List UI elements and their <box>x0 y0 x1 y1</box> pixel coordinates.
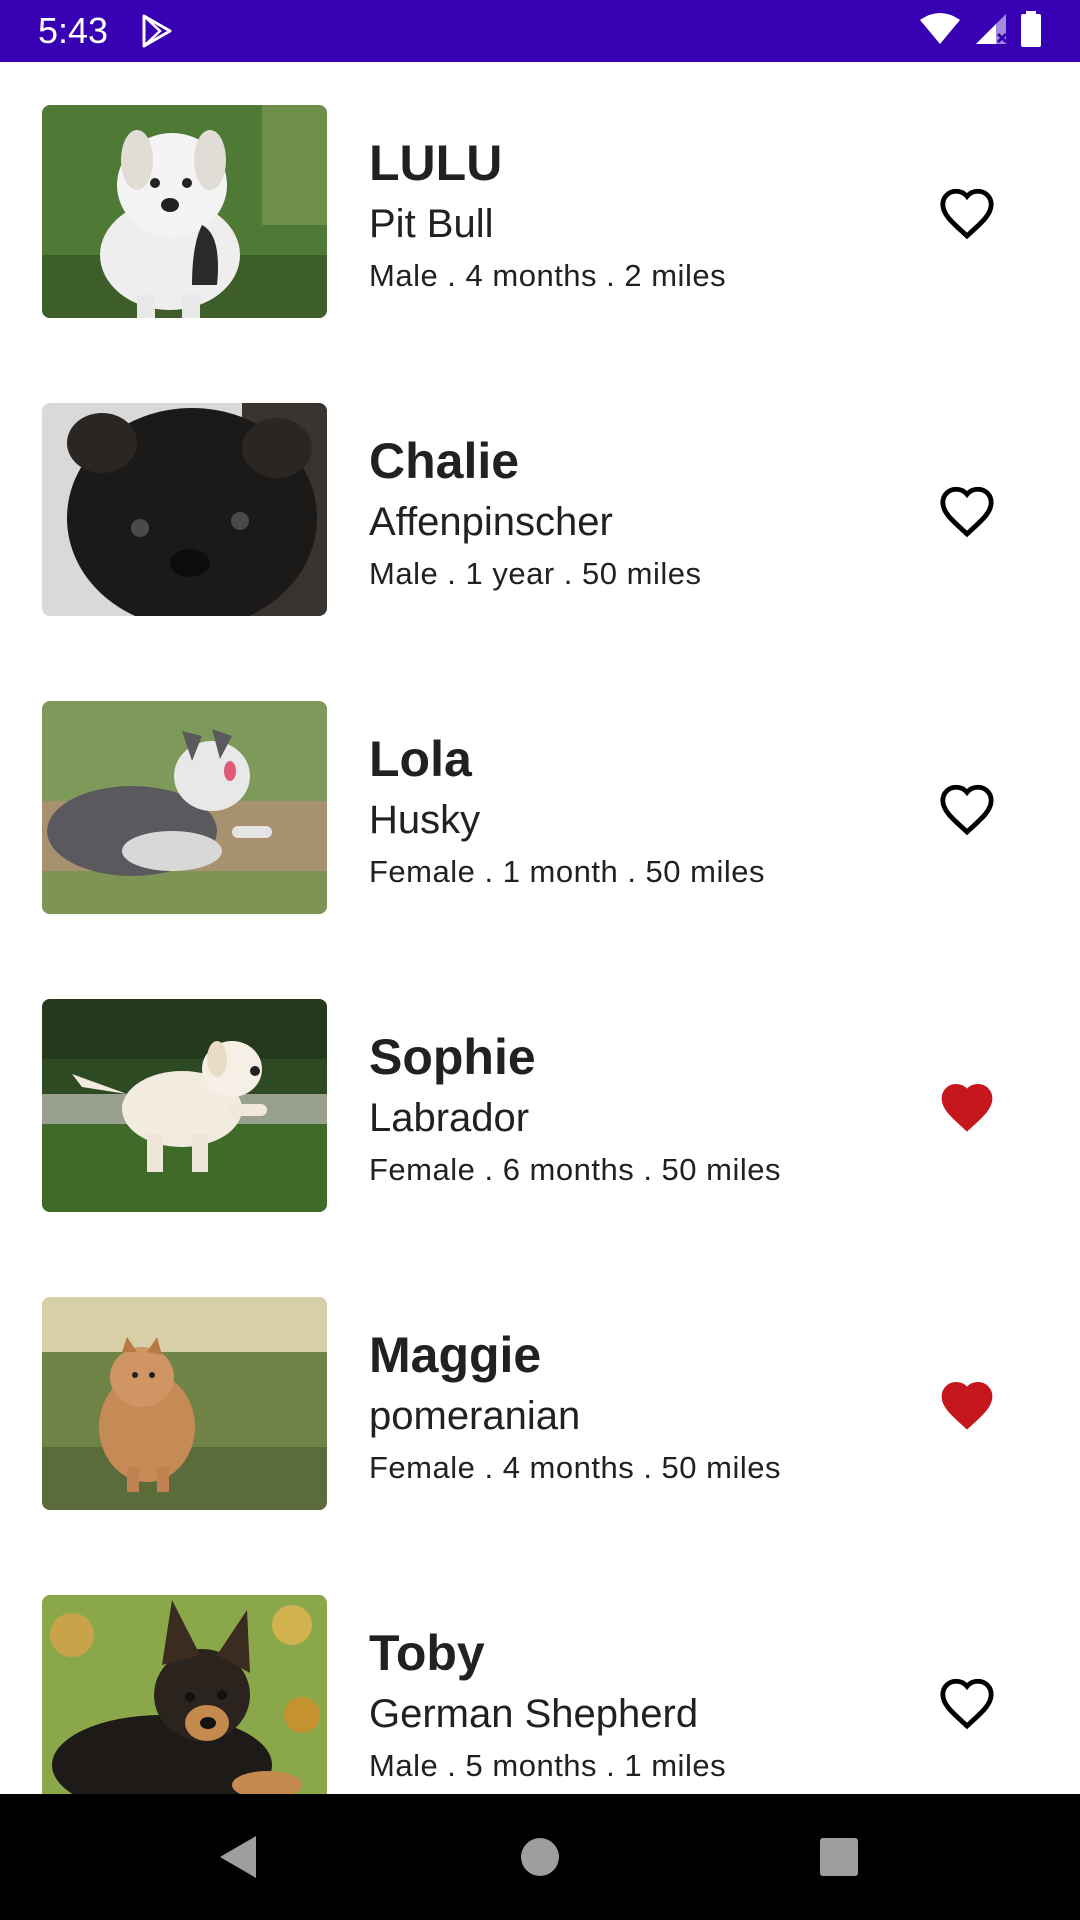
pet-name: Sophie <box>369 1029 536 1085</box>
pet-details: Female . 4 months . 50 miles <box>369 1450 781 1485</box>
status-icons <box>918 10 1042 52</box>
favorite-button[interactable] <box>938 186 996 240</box>
favorite-button[interactable] <box>938 782 996 836</box>
pet-list-item[interactable]: Chalie Affenpinscher Male . 1 year . 50 … <box>0 360 1080 658</box>
pet-list-item[interactable]: Toby German Shepherd Male . 5 months . 1… <box>0 1552 1080 1794</box>
pet-breed: Affenpinscher <box>369 500 613 544</box>
pet-name: Maggie <box>369 1327 542 1383</box>
pet-details: Female . 6 months . 50 miles <box>369 1152 781 1187</box>
favorite-button[interactable] <box>938 1378 996 1432</box>
pet-breed: German Shepherd <box>369 1692 699 1736</box>
status-time: 5:43 <box>38 10 109 51</box>
favorite-button[interactable] <box>938 484 996 538</box>
pet-name: Lola <box>369 731 472 787</box>
navigation-bar <box>0 1794 1080 1920</box>
pet-photo <box>42 999 327 1212</box>
home-icon[interactable] <box>507 1824 573 1890</box>
heart-outline-icon <box>940 784 994 836</box>
app-screen: 5:43 LULU Pit Bull Male . 4 months . 2 m… <box>0 0 1080 1920</box>
favorite-button[interactable] <box>938 1676 996 1730</box>
pet-list-item[interactable]: Sophie Labrador Female . 6 months . 50 m… <box>0 956 1080 1254</box>
back-icon[interactable] <box>206 1824 272 1890</box>
heart-outline-icon <box>940 188 994 240</box>
heart-filled-icon <box>941 1084 993 1132</box>
pet-photo <box>42 701 327 914</box>
heart-outline-icon <box>940 486 994 538</box>
pet-breed: pomeranian <box>369 1394 581 1438</box>
heart-outline-icon <box>940 1678 994 1730</box>
pet-photo <box>42 105 327 318</box>
pet-name: Chalie <box>369 433 520 489</box>
pet-details: Female . 1 month . 50 miles <box>369 854 765 889</box>
pet-details: Male . 1 year . 50 miles <box>369 556 702 591</box>
pet-list-item[interactable]: Maggie pomeranian Female . 4 months . 50… <box>0 1254 1080 1552</box>
battery-icon <box>1020 10 1042 52</box>
wifi-icon <box>918 12 962 51</box>
pet-list-item[interactable]: LULU Pit Bull Male . 4 months . 2 miles <box>0 62 1080 360</box>
pet-details: Male . 5 months . 1 miles <box>369 1748 727 1783</box>
pet-photo <box>42 1595 327 1794</box>
favorite-button[interactable] <box>938 1080 996 1134</box>
pet-breed: Labrador <box>369 1096 530 1140</box>
pet-breed: Pit Bull <box>369 202 494 246</box>
pet-photo <box>42 1297 327 1510</box>
pet-photo <box>42 403 327 616</box>
heart-filled-icon <box>941 1382 993 1430</box>
pet-list-item[interactable]: Lola Husky Female . 1 month . 50 miles <box>0 658 1080 956</box>
pet-list[interactable]: LULU Pit Bull Male . 4 months . 2 miles <box>0 62 1080 1794</box>
pet-name: Toby <box>369 1625 485 1681</box>
pet-details: Male . 4 months . 2 miles <box>369 258 727 293</box>
pet-breed: Husky <box>369 798 481 842</box>
pet-name: LULU <box>369 135 503 191</box>
play-store-icon <box>140 14 174 48</box>
signal-icon <box>974 12 1008 51</box>
recents-icon[interactable] <box>806 1824 872 1890</box>
status-bar: 5:43 <box>0 0 1080 62</box>
